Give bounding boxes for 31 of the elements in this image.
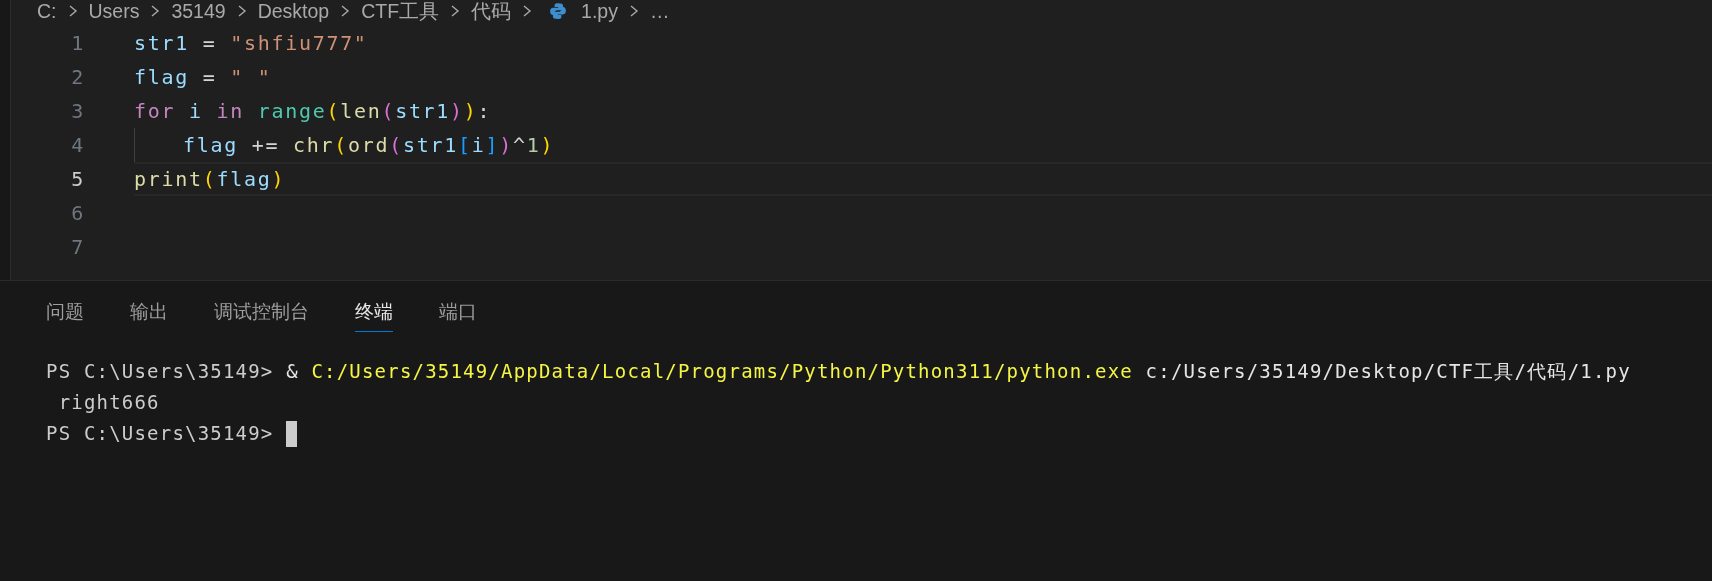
line-number: 4: [70, 132, 85, 159]
panel-tab[interactable]: 终端: [355, 294, 393, 332]
breadcrumb-item[interactable]: …: [649, 0, 670, 22]
breadcrumb-item[interactable]: Desktop: [257, 0, 330, 22]
terminal-cursor: [286, 421, 298, 448]
breadcrumb-item[interactable]: 代码: [471, 0, 512, 22]
line-number: 2: [70, 64, 85, 91]
panel-tab[interactable]: 问题: [46, 294, 84, 332]
breadcrumb-item[interactable]: 35149: [171, 0, 226, 22]
panel-tab[interactable]: 输出: [130, 294, 168, 332]
breadcrumb-item[interactable]: Users: [88, 0, 140, 22]
breadcrumb-item[interactable]: C:: [37, 0, 57, 22]
code-line: flag += chr(ord(str1[i])^1): [183, 132, 555, 159]
line-number: 7: [70, 234, 85, 261]
line-number: 3: [70, 98, 85, 125]
panel-tab[interactable]: 调试控制台: [214, 294, 309, 332]
line-number: 1: [70, 30, 85, 57]
line-number: 6: [70, 200, 85, 227]
breadcrumb-item[interactable]: 1.py: [581, 0, 618, 22]
terminal-line: PS C:\Users\35149> & C:/Users/35149/AppData/Local/Programs/Python/Python311/python.exe c:/Users/35149/Desktop/CTF工具/代码/1.py: [46, 359, 1631, 382]
breadcrumb-item[interactable]: CTF工具: [361, 0, 440, 22]
code-line: str1 = "shfiu777": [134, 30, 368, 57]
line-number: 5: [70, 166, 85, 193]
code-line: for i in range(len(str1)):: [134, 98, 492, 125]
indent-guide: [134, 128, 135, 162]
code-line: print(flag): [134, 166, 286, 193]
terminal-line: right666: [57, 390, 160, 413]
terminal-line: PS C:\Users\35149>: [46, 421, 275, 444]
python-icon: [549, 2, 568, 20]
code-line: flag = " ": [134, 64, 272, 91]
panel-tab[interactable]: 端口: [439, 294, 477, 332]
